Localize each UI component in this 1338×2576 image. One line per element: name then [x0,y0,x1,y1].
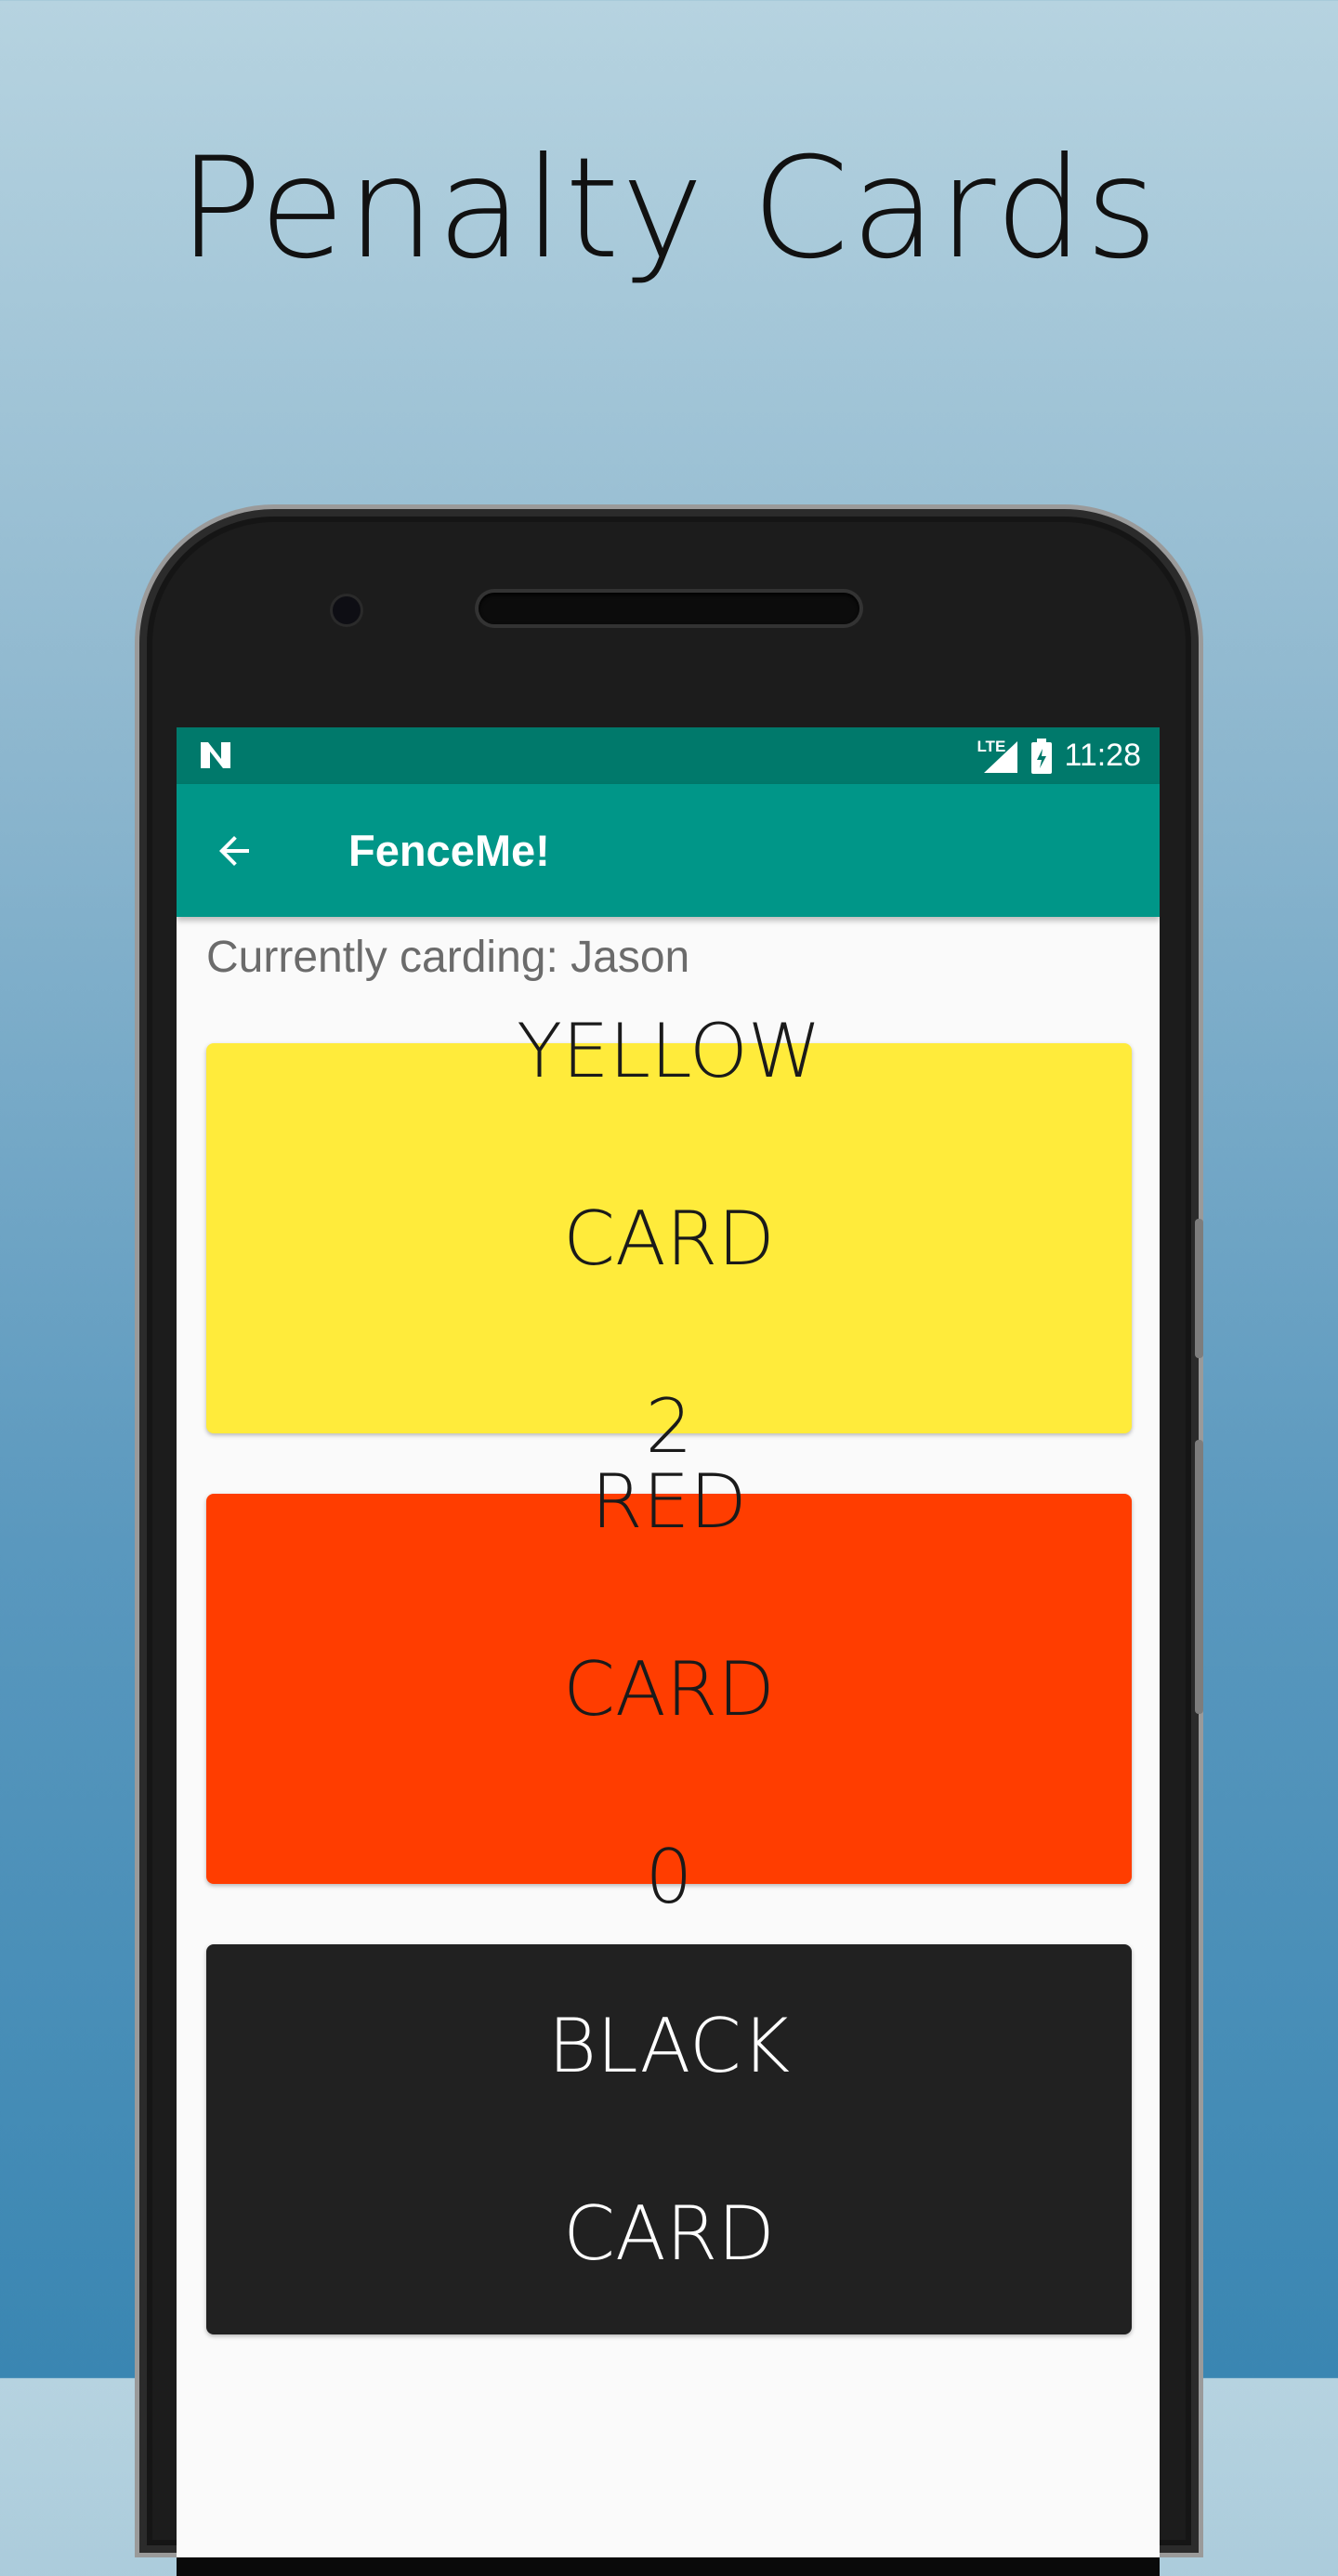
app-bar: FenceMe! [177,784,1160,917]
black-card-text: BLACK CARD [548,1905,790,2374]
app-title: FenceMe! [348,826,550,875]
arrow-back-icon [219,836,249,866]
red-card-line1: RED [591,1458,747,1545]
status-bar: LTE 11:28 [177,727,1160,784]
status-clock: 11:28 [1064,738,1141,773]
volume-button [1195,1219,1203,1358]
black-card-line2: CARD [563,2190,775,2277]
black-card-button[interactable]: BLACK CARD [206,1944,1132,2334]
n-icon [201,742,230,768]
yellow-card-line1: YELLOW [517,1007,821,1094]
earpiece-speaker [479,593,859,624]
navigation-bar-edge [177,2557,1160,2576]
battery-icon [1031,738,1053,774]
back-button[interactable] [204,821,264,881]
yellow-card-line2: CARD [563,1195,775,1282]
app-screen: LTE 11:28 FenceMe! Currently carding: Ja… [177,727,1160,2576]
front-camera [333,596,361,624]
promo-title: Penalty Cards [177,128,1161,290]
red-card-button[interactable]: RED CARD 0 [206,1458,1132,1920]
red-card-line2: CARD [563,1645,775,1733]
signal-icon: LTE [977,738,1019,775]
black-card-line1: BLACK [547,2002,791,2089]
phone-frame: LTE 11:28 FenceMe! Currently carding: Ja… [135,504,1203,2576]
power-button [1195,1440,1203,1714]
